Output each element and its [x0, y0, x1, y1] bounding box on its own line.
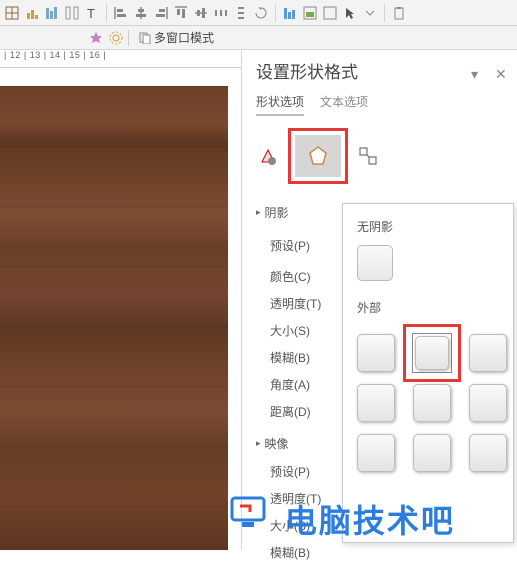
preset2-label: 预设(P) — [270, 463, 310, 480]
effects-icon[interactable] — [295, 135, 341, 177]
size-properties-icon[interactable] — [356, 144, 380, 168]
color-label: 颜色(C) — [270, 268, 311, 285]
secondary-toolbar: 多窗口模式 — [0, 26, 517, 50]
pane-close-icon[interactable]: ✕ — [495, 66, 505, 76]
align-right-icon[interactable] — [153, 5, 169, 21]
text-tool-icon[interactable]: T — [84, 5, 100, 21]
pointer-icon[interactable] — [342, 5, 358, 21]
fill-outline-icon[interactable] — [256, 144, 280, 168]
align-middle-icon[interactable] — [193, 5, 209, 21]
flyout-none-label: 无阴影 — [351, 214, 505, 245]
distribute-h-icon[interactable] — [213, 5, 229, 21]
shadow-option-selected[interactable] — [415, 336, 449, 370]
shadow-option[interactable] — [357, 384, 395, 422]
chart-area-icon[interactable] — [302, 5, 318, 21]
watermark-text: 电脑技术吧 — [226, 492, 455, 542]
pane-menu-icon[interactable]: ▾ — [471, 66, 481, 76]
gear-icon[interactable] — [108, 30, 124, 46]
star-icon[interactable] — [88, 30, 104, 46]
chart-col-icon[interactable] — [44, 5, 60, 21]
multiwindow-label: 多窗口模式 — [154, 29, 214, 46]
chart-line-icon[interactable] — [64, 5, 80, 21]
chart-bar2-icon[interactable] — [282, 5, 298, 21]
transparency-label: 透明度(T) — [270, 295, 321, 312]
row-blur2: 模糊(B) — [256, 539, 503, 566]
separator — [106, 4, 107, 22]
shadow-option[interactable] — [413, 434, 451, 472]
distance-label: 距离(D) — [270, 403, 311, 420]
watermark-logo-icon — [226, 492, 274, 532]
shadow-option[interactable] — [469, 384, 507, 422]
flyout-outer-label: 外部 — [351, 281, 505, 326]
clipboard-icon[interactable] — [391, 5, 407, 21]
distribute-v-icon[interactable] — [233, 5, 249, 21]
align-left-icon[interactable] — [113, 5, 129, 21]
separator — [384, 4, 385, 22]
main-toolbar: T — [0, 0, 517, 26]
slide-pane: | 12 | 13 | 14 | 15 | 16 | — [0, 50, 241, 550]
shadow-option-highlight — [403, 324, 461, 382]
shadow-outer-grid — [351, 326, 505, 480]
svg-text:T: T — [87, 6, 95, 20]
separator — [128, 30, 129, 46]
doc-icon — [139, 32, 151, 44]
align-center-icon[interactable] — [133, 5, 149, 21]
preset-label: 预设(P) — [270, 237, 310, 254]
tab-shape-options[interactable]: 形状选项 — [256, 93, 304, 116]
horizontal-ruler: | 12 | 13 | 14 | 15 | 16 | — [0, 50, 241, 68]
dropdown-icon[interactable] — [362, 5, 378, 21]
rotate-icon[interactable] — [253, 5, 269, 21]
table-icon[interactable] — [4, 5, 20, 21]
pane-header: 设置形状格式 ▾ ✕ — [242, 50, 517, 87]
separator — [275, 4, 276, 22]
blur2-label: 模糊(B) — [270, 544, 310, 561]
shadow-option[interactable] — [413, 384, 451, 422]
option-icon-row — [242, 124, 517, 196]
slide-content-image[interactable] — [0, 86, 228, 550]
size-label: 大小(S) — [270, 322, 310, 339]
shadow-option[interactable] — [357, 434, 395, 472]
effects-icon-highlight — [288, 128, 348, 184]
multiwindow-button[interactable]: 多窗口模式 — [133, 27, 220, 48]
pane-tabs: 形状选项 文本选项 — [242, 87, 517, 124]
chart-combo-icon[interactable] — [322, 5, 338, 21]
shadow-option[interactable] — [469, 434, 507, 472]
pane-title: 设置形状格式 — [256, 58, 358, 83]
chart-bar-icon[interactable] — [24, 5, 40, 21]
angle-label: 角度(A) — [270, 376, 310, 393]
shadow-none-option[interactable] — [357, 245, 393, 281]
tab-text-options[interactable]: 文本选项 — [320, 93, 368, 116]
shadow-option[interactable] — [469, 334, 507, 372]
blur-label: 模糊(B) — [270, 349, 310, 366]
align-top-icon[interactable] — [173, 5, 189, 21]
shadow-option[interactable] — [357, 334, 395, 372]
